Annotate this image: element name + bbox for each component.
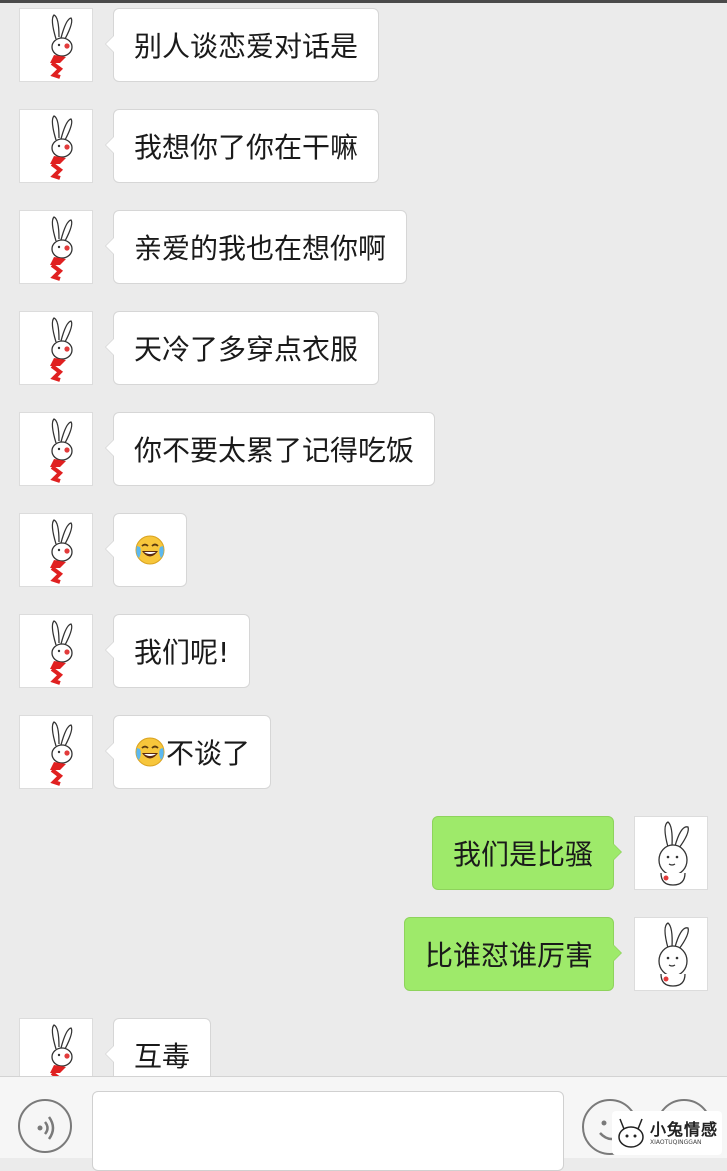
rabbit-red-scarf-avatar[interactable] [19, 614, 93, 688]
message-text: 不谈了 [166, 737, 251, 770]
message-bubble[interactable]: 互毒 [104, 1018, 212, 1076]
message-row: 你不要太累了记得吃饭 [0, 412, 727, 486]
message-row: 我想你了你在干嘛 [0, 109, 727, 183]
crying-laughing-emoji [134, 736, 166, 768]
message-bubble[interactable]: 别人谈恋爱对话是 [104, 8, 380, 82]
message-text: 亲爱的我也在想你啊 [134, 232, 387, 265]
message-row: 亲爱的我也在想你啊 [0, 210, 727, 284]
message-text: 互毒 [134, 1040, 191, 1073]
message-text: 比谁怼谁厉害 [424, 939, 593, 972]
message-row [0, 513, 727, 587]
rabbit-red-scarf-avatar[interactable] [19, 210, 93, 284]
rabbit-red-scarf-avatar[interactable] [19, 715, 93, 789]
message-row: 别人谈恋爱对话是 [0, 8, 727, 82]
message-input[interactable] [92, 1091, 564, 1171]
message-bubble[interactable] [105, 513, 187, 587]
message-text: 我们是比骚 [452, 838, 593, 871]
rabbit-red-scarf-avatar[interactable] [19, 1018, 93, 1076]
watermark-logo: 小兔情感 XIAOTUQINGGAN [612, 1111, 722, 1155]
message-bubble[interactable]: 我们呢! [104, 614, 251, 688]
message-text: 我们呢! [134, 636, 230, 669]
message-row: 不谈了 [0, 715, 727, 789]
message-bubble[interactable]: 亲爱的我也在想你啊 [104, 210, 408, 284]
rabbit-red-scarf-avatar[interactable] [19, 513, 93, 587]
message-row: 互毒 [0, 1018, 727, 1076]
watermark-text: 小兔情感 [650, 1120, 719, 1139]
chat-message-list[interactable]: 别人谈恋爱对话是 我想你了你在干嘛 亲爱的我也在想你啊 天冷了多穿点衣服你不要太累了记… [0, 0, 727, 1076]
message-row: 比谁怼谁厉害 [0, 917, 727, 991]
message-bubble[interactable]: 不谈了 [104, 715, 272, 789]
message-bubble[interactable]: 你不要太累了记得吃饭 [104, 412, 436, 486]
message-row: 我们是比骚 [0, 816, 727, 890]
message-text: 你不要太累了记得吃饭 [134, 434, 415, 467]
message-text: 我想你了你在干嘛 [134, 131, 359, 164]
watermark-subtext: XIAOTUQINGGAN [650, 1139, 702, 1146]
message-text: 别人谈恋爱对话是 [134, 30, 359, 63]
rabbit-white-avatar[interactable] [634, 816, 708, 890]
message-row: 天冷了多穿点衣服 [0, 311, 727, 385]
rabbit-white-avatar[interactable] [634, 917, 708, 991]
message-bubble[interactable]: 我们是比骚 [431, 816, 623, 890]
message-row: 我们呢! [0, 614, 727, 688]
crying-laughing-emoji [134, 534, 166, 566]
message-text: 天冷了多穿点衣服 [134, 333, 359, 366]
rabbit-red-scarf-avatar[interactable] [19, 8, 93, 82]
message-bubble[interactable]: 天冷了多穿点衣服 [104, 311, 380, 385]
rabbit-red-scarf-avatar[interactable] [19, 412, 93, 486]
rabbit-red-scarf-avatar[interactable] [19, 109, 93, 183]
voice-icon[interactable] [18, 1099, 72, 1153]
message-bubble[interactable]: 我想你了你在干嘛 [104, 109, 380, 183]
rabbit-red-scarf-avatar[interactable] [19, 311, 93, 385]
message-bubble[interactable]: 比谁怼谁厉害 [403, 917, 623, 991]
